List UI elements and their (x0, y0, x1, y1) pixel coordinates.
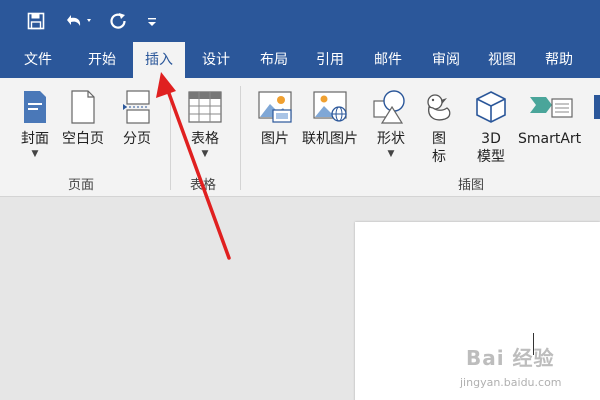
tab-references[interactable]: 引用 (302, 42, 358, 78)
group-label-tables: 表格 (190, 178, 217, 193)
shapes-label: 形状 (377, 131, 405, 147)
word-window: 文件 开始 插入 设计 布局 引用 邮件 审阅 视图 帮助 封面 ▼ 空白页 分… (0, 0, 600, 400)
online-pictures-button[interactable]: 联机图片 (302, 88, 358, 148)
smartart-button[interactable]: SmartArt (518, 88, 581, 148)
cover-page-button[interactable]: 封面 ▼ (16, 88, 54, 159)
watermark-url-text: jingyan.baidu.com (460, 376, 562, 389)
page-break-icon (118, 88, 156, 126)
blank-page-icon (64, 88, 102, 126)
redo-icon[interactable] (106, 9, 130, 33)
chart-icon (592, 88, 600, 126)
table-icon (186, 88, 224, 126)
group-divider (170, 86, 171, 190)
cover-page-label: 封面 (21, 131, 49, 147)
icons-icon (420, 88, 458, 126)
tab-help[interactable]: 帮助 (530, 42, 588, 78)
tab-insert[interactable]: 插入 (133, 42, 185, 78)
ribbon-tabs: 文件 开始 插入 设计 布局 引用 邮件 审阅 视图 帮助 (0, 42, 600, 78)
group-label-pages: 页面 (68, 178, 95, 193)
icons-button[interactable]: 图 标 (420, 88, 458, 166)
blank-page-label: 空白页 (62, 131, 104, 147)
watermark-main-text: Bai 经验 (466, 346, 555, 370)
icons-label-line1: 图 (432, 131, 446, 147)
chevron-down-icon: ▼ (31, 149, 39, 159)
smartart-label: SmartArt (518, 131, 582, 147)
3d-models-label-line2: 模型 (477, 149, 505, 165)
save-icon[interactable] (24, 9, 48, 33)
tab-view[interactable]: 视图 (474, 42, 530, 78)
table-label: 表格 (191, 131, 219, 147)
tab-design[interactable]: 设计 (190, 42, 242, 78)
table-button[interactable]: 表格 ▼ (186, 88, 224, 159)
group-divider (240, 86, 241, 190)
tab-mailings[interactable]: 邮件 (360, 42, 416, 78)
chevron-down-icon: ▼ (387, 149, 395, 159)
ribbon-insert: 封面 ▼ 空白页 分页 页面 表格 ▼ 表格 图片 联机图片 形状 ▼ 图 标 … (0, 78, 600, 197)
chart-button-partial[interactable] (592, 88, 600, 126)
3d-models-button[interactable]: 3D 模型 (472, 88, 510, 166)
tab-review[interactable]: 审阅 (418, 42, 474, 78)
page-break-button[interactable]: 分页 (118, 88, 156, 148)
undo-icon[interactable] (62, 9, 96, 33)
blank-page-button[interactable]: 空白页 (62, 88, 104, 148)
pictures-label: 图片 (261, 131, 289, 147)
tab-file[interactable]: 文件 (10, 42, 66, 78)
cover-page-icon (16, 88, 54, 126)
smartart-icon (520, 88, 580, 126)
group-label-illustrations: 插图 (458, 178, 485, 193)
online-pictures-label: 联机图片 (302, 131, 358, 147)
tab-home[interactable]: 开始 (74, 42, 130, 78)
page-break-label: 分页 (123, 131, 151, 147)
tab-layout[interactable]: 布局 (246, 42, 302, 78)
icons-label-line2: 标 (432, 149, 446, 165)
picture-icon (256, 88, 294, 126)
watermark-logo: Bai 经验 jingyan.baidu.com (458, 338, 598, 398)
shapes-button[interactable]: 形状 ▼ (372, 88, 410, 159)
pictures-button[interactable]: 图片 (256, 88, 294, 148)
shapes-icon (372, 88, 410, 126)
customize-icon[interactable] (142, 9, 162, 33)
online-picture-icon (311, 88, 349, 126)
3d-models-label-line1: 3D (481, 131, 501, 147)
quick-access-toolbar (0, 0, 600, 42)
chevron-down-icon: ▼ (201, 149, 209, 159)
cube-icon (472, 88, 510, 126)
